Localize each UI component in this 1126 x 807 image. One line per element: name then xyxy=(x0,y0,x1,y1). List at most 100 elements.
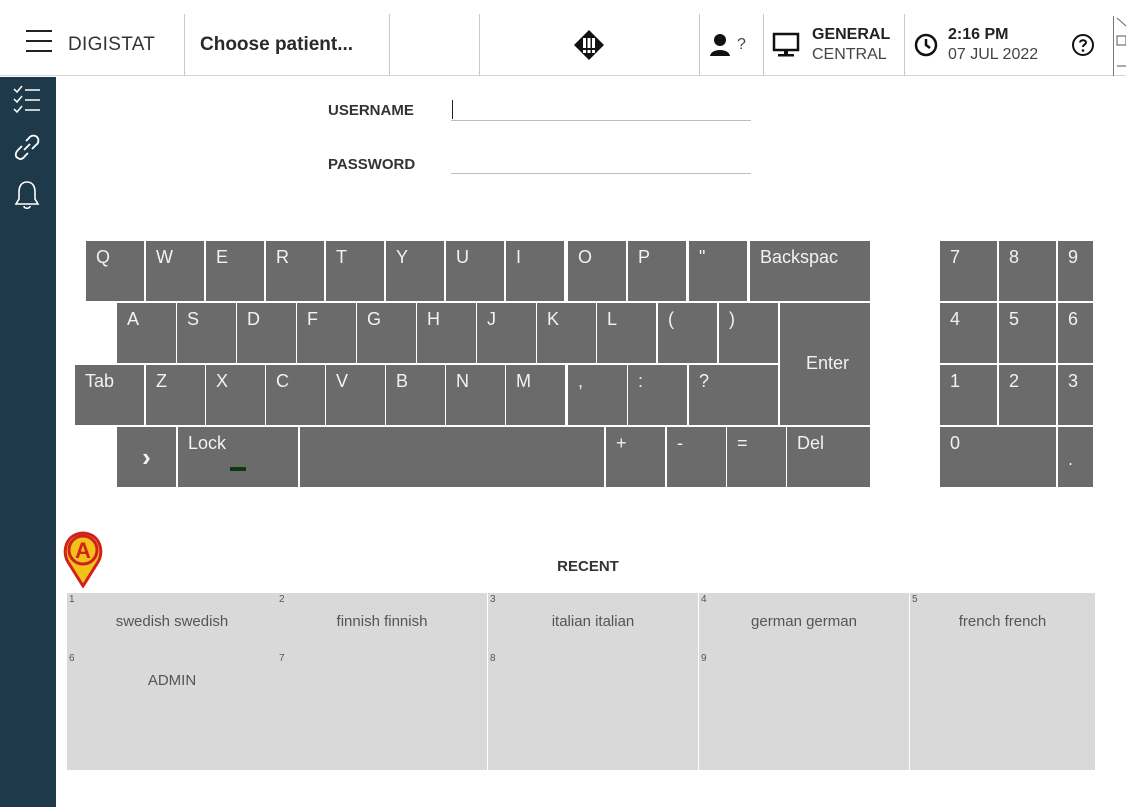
key-minus[interactable]: - xyxy=(666,426,727,488)
key-k[interactable]: K xyxy=(536,302,597,364)
workstation-button[interactable]: GENERAL CENTRAL xyxy=(772,14,890,76)
recent-user-cell[interactable] xyxy=(488,711,698,770)
key-u[interactable]: U xyxy=(445,240,505,302)
key-l[interactable]: L xyxy=(596,302,657,364)
key-v[interactable]: V xyxy=(325,364,386,426)
hamburger-menu-icon[interactable] xyxy=(26,30,52,52)
numpad-5[interactable]: 5 xyxy=(998,302,1057,364)
key-space[interactable] xyxy=(299,426,605,488)
recent-user-cell[interactable]: 4 german german xyxy=(699,593,909,652)
recent-user-cell[interactable] xyxy=(910,652,1095,711)
key-j[interactable]: J xyxy=(476,302,537,364)
numpad-2[interactable]: 2 xyxy=(998,364,1057,426)
recent-user-cell[interactable]: 7 xyxy=(277,652,487,711)
caps-lock-indicator xyxy=(230,467,246,471)
key-quote[interactable]: " xyxy=(688,240,748,302)
key-e[interactable]: E xyxy=(205,240,265,302)
key-o[interactable]: O xyxy=(567,240,627,302)
recent-user-cell[interactable]: 1 swedish swedish xyxy=(67,593,277,652)
key-del[interactable]: Del xyxy=(786,426,871,488)
numpad-1[interactable]: 1 xyxy=(939,364,998,426)
recent-cell-name: italian italian xyxy=(551,613,635,630)
recent-user-cell[interactable]: 8 xyxy=(488,652,698,711)
key-backspac[interactable]: Backspac xyxy=(749,240,871,302)
bell-icon[interactable] xyxy=(9,177,45,213)
key-i[interactable]: I xyxy=(505,240,565,302)
help-button[interactable] xyxy=(1069,14,1097,76)
key-m[interactable]: M xyxy=(505,364,566,426)
key-c[interactable]: C xyxy=(265,364,326,426)
alarm-icon[interactable] xyxy=(571,14,607,76)
key-d[interactable]: D xyxy=(236,302,297,364)
divider xyxy=(904,14,905,76)
key-y[interactable]: Y xyxy=(385,240,445,302)
numpad-period[interactable]: . xyxy=(1057,426,1094,488)
recent-user-cell[interactable]: 3 italian italian xyxy=(488,593,698,652)
key-close-paren[interactable]: ) xyxy=(718,302,779,364)
current-date: 07 JUL 2022 xyxy=(948,46,1039,63)
key-comma[interactable]: , xyxy=(567,364,628,426)
workstation-name: GENERAL xyxy=(812,26,891,43)
text-cursor xyxy=(452,100,453,119)
choose-patient-button[interactable]: Choose patient... xyxy=(200,14,353,76)
key-enter[interactable]: Enter xyxy=(779,302,871,426)
key-equals[interactable]: = xyxy=(726,426,787,488)
recent-user-cell[interactable]: 6 ADMIN xyxy=(67,652,277,711)
password-input[interactable] xyxy=(451,150,751,174)
key-p[interactable]: P xyxy=(627,240,687,302)
numpad-7[interactable]: 7 xyxy=(939,240,998,302)
key-g[interactable]: G xyxy=(356,302,417,364)
key-r[interactable]: R xyxy=(265,240,325,302)
workstation-location: CENTRAL xyxy=(812,46,887,63)
app-brand: DIGISTAT xyxy=(68,34,156,55)
caps-lock-label: Lock xyxy=(188,433,227,453)
recent-user-cell[interactable] xyxy=(67,711,277,770)
divider xyxy=(184,14,185,76)
key-b[interactable]: B xyxy=(385,364,446,426)
recent-cell-name: french french xyxy=(958,613,1047,630)
recent-user-cell[interactable] xyxy=(277,711,487,770)
key-a[interactable]: A xyxy=(116,302,177,364)
recent-user-cell[interactable]: 2 finnish finnish xyxy=(277,593,487,652)
clock-icon xyxy=(914,33,938,57)
key-plus[interactable]: + xyxy=(605,426,666,488)
numpad-3[interactable]: 3 xyxy=(1057,364,1094,426)
numpad-8[interactable]: 8 xyxy=(998,240,1057,302)
numpad-4[interactable]: 4 xyxy=(939,302,998,364)
recent-cell-number: 1 xyxy=(69,594,75,605)
password-label: PASSWORD xyxy=(328,156,416,173)
checklist-icon[interactable] xyxy=(9,81,45,117)
user-status: ? xyxy=(737,36,746,53)
key-w[interactable]: W xyxy=(145,240,205,302)
key-h[interactable]: H xyxy=(416,302,477,364)
numpad-9[interactable]: 9 xyxy=(1057,240,1094,302)
user-button[interactable]: ? xyxy=(709,14,746,76)
key-z[interactable]: Z xyxy=(145,364,206,426)
window-controls-icon[interactable] xyxy=(1113,16,1126,76)
recent-user-cell[interactable] xyxy=(910,711,1095,770)
key-n[interactable]: N xyxy=(445,364,506,426)
key-colon[interactable]: : xyxy=(627,364,688,426)
recent-user-cell[interactable]: 9 xyxy=(699,652,909,711)
key-x[interactable]: X xyxy=(205,364,266,426)
key-caps-lock[interactable]: Lock xyxy=(177,426,299,488)
recent-cell-number: 2 xyxy=(279,594,285,605)
key-tab[interactable]: Tab xyxy=(74,364,145,426)
recent-cell-name: ADMIN xyxy=(147,672,197,689)
recent-user-cell[interactable]: 5 french french xyxy=(910,593,1095,652)
numpad-6[interactable]: 6 xyxy=(1057,302,1094,364)
divider xyxy=(699,14,700,76)
key-shift-arrow[interactable]: › xyxy=(116,426,177,488)
recent-user-cell[interactable] xyxy=(699,711,909,770)
recent-cell-number: 8 xyxy=(490,653,496,664)
key-open-paren[interactable]: ( xyxy=(657,302,718,364)
username-input[interactable] xyxy=(451,97,751,121)
key-t[interactable]: T xyxy=(325,240,385,302)
divider xyxy=(389,14,390,76)
link-icon[interactable] xyxy=(9,129,45,165)
numpad-0[interactable]: 0 xyxy=(939,426,1057,488)
key-question[interactable]: ? xyxy=(688,364,779,426)
key-q[interactable]: Q xyxy=(85,240,145,302)
key-s[interactable]: S xyxy=(176,302,237,364)
key-f[interactable]: F xyxy=(296,302,357,364)
